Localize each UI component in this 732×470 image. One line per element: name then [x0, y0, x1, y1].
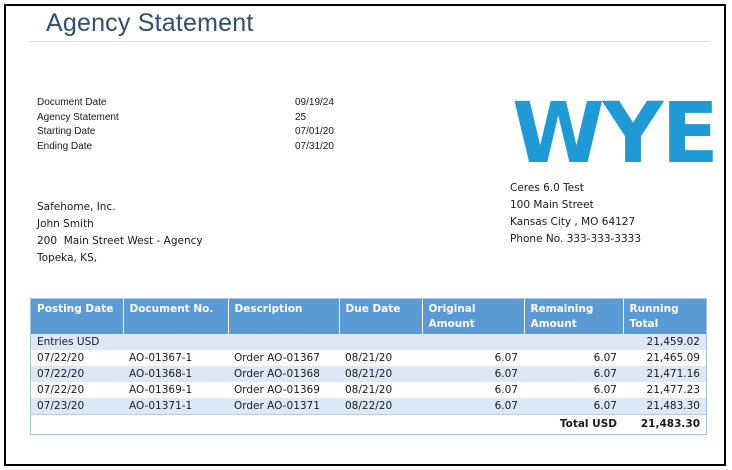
company-city: Kansas City , MO 64127 — [510, 216, 636, 228]
cell-description: Order AO-01371 — [228, 398, 339, 415]
meta-label: Ending Date — [37, 140, 93, 152]
meta-value: 07/31/20 — [295, 140, 334, 152]
col-document-no: Document No. — [123, 299, 229, 334]
statement-meta: Document Date 09/19/24 Agency Statement … — [37, 96, 347, 154]
total-value: 21,483.30 — [623, 414, 706, 434]
total-label: Total USD — [524, 414, 623, 434]
cell-due-date: 08/21/20 — [339, 366, 422, 382]
cell-remaining-amount: 6.07 — [524, 398, 623, 415]
page-title: Agency Statement — [46, 9, 254, 37]
cell-document-no: AO-01368-1 — [123, 366, 228, 382]
company-address: 100 Main Street — [510, 199, 594, 211]
cell-posting-date: 07/22/20 — [31, 366, 123, 382]
cell-description: Order AO-01367 — [234, 352, 320, 364]
cell-document-no: AO-01369-1 — [129, 384, 193, 396]
cell-due-date: 08/21/20 — [345, 384, 393, 396]
customer-city: Topeka, KS, — [37, 252, 98, 264]
company-address-block: Ceres 6.0 Test 100 Main Street Kansas Ci… — [510, 180, 641, 248]
cell-description: Order AO-01369 — [234, 384, 320, 396]
col-original-amount: Original Amount — [422, 299, 525, 334]
cell-running-total: 21,477.23 — [646, 384, 700, 396]
cell-description: Order AO-01368 — [228, 366, 339, 382]
meta-value: 07/01/20 — [295, 126, 334, 137]
cell-posting-date: 07/22/20 — [37, 384, 85, 396]
entries-row: Entries USD 21,459.02 — [31, 334, 706, 350]
total-row: Total USD 21,483.30 — [31, 414, 706, 434]
cell-original-amount: 6.07 — [422, 398, 524, 415]
cell-running-total: 21,483.30 — [623, 398, 706, 415]
table-header-row: Posting Date Document No. Description Du… — [31, 299, 706, 334]
meta-label: Document Date — [37, 97, 107, 108]
cell-posting-date: 07/22/20 — [37, 352, 85, 364]
statement-table: Posting Date Document No. Description Du… — [30, 298, 707, 435]
meta-agency-statement: Agency Statement 25 — [37, 111, 347, 126]
cell-original-amount: 6.07 — [494, 384, 518, 396]
meta-document-date: Document Date 09/19/24 — [37, 96, 347, 111]
table-row: 07/22/20 AO-01367-1 Order AO-01367 08/21… — [31, 350, 706, 366]
cell-original-amount: 6.07 — [494, 352, 518, 364]
col-due-date: Due Date — [339, 299, 423, 334]
cell-remaining-amount: 6.07 — [524, 366, 623, 382]
cell-remaining-amount: 6.07 — [593, 384, 617, 396]
col-description: Description — [228, 299, 340, 334]
company-phone: Phone No. 333-333-3333 — [510, 233, 642, 245]
table-row: 07/23/20 AO-01371-1 Order AO-01371 08/22… — [31, 398, 706, 415]
cell-due-date: 08/21/20 — [345, 352, 393, 364]
cell-document-no: AO-01367-1 — [129, 352, 193, 364]
total-spacer — [31, 414, 524, 434]
customer-address: 200 Main Street West - Agency — [37, 235, 203, 247]
table-row: 07/22/20 AO-01368-1 Order AO-01368 08/21… — [31, 366, 706, 382]
cell-document-no: AO-01371-1 — [123, 398, 228, 415]
cell-running-total: 21,465.09 — [646, 352, 700, 364]
company-name: Ceres 6.0 Test — [510, 182, 584, 194]
company-logo: WYE — [512, 84, 719, 182]
customer-contact: John Smith — [37, 218, 94, 230]
cell-original-amount: 6.07 — [422, 366, 524, 382]
meta-ending-date: Ending Date 07/31/20 — [37, 140, 347, 155]
cell-posting-date: 07/23/20 — [31, 398, 123, 415]
meta-value: 09/19/24 — [295, 97, 334, 108]
cell-remaining-amount: 6.07 — [593, 352, 617, 364]
cell-due-date: 08/22/20 — [339, 398, 422, 415]
col-remaining-amount: Remaining Amount — [524, 299, 624, 334]
table-row: 07/22/20 AO-01369-1 Order AO-01369 08/21… — [31, 382, 706, 398]
meta-label: Starting Date — [37, 126, 96, 137]
col-running-total: Running Total — [623, 299, 706, 334]
meta-label: Agency Statement — [37, 111, 119, 123]
cell-running-total: 21,471.16 — [623, 366, 706, 382]
entries-label: Entries USD — [31, 334, 623, 350]
meta-value: 25 — [295, 111, 307, 123]
entries-balance: 21,459.02 — [623, 334, 706, 350]
customer-name: Safehome, Inc. — [37, 201, 116, 213]
meta-starting-date: Starting Date 07/01/20 — [37, 125, 347, 140]
customer-address-block: Safehome, Inc. John Smith 200 Main Stree… — [37, 199, 203, 267]
col-posting-date: Posting Date — [31, 299, 124, 334]
title-divider — [30, 41, 710, 42]
